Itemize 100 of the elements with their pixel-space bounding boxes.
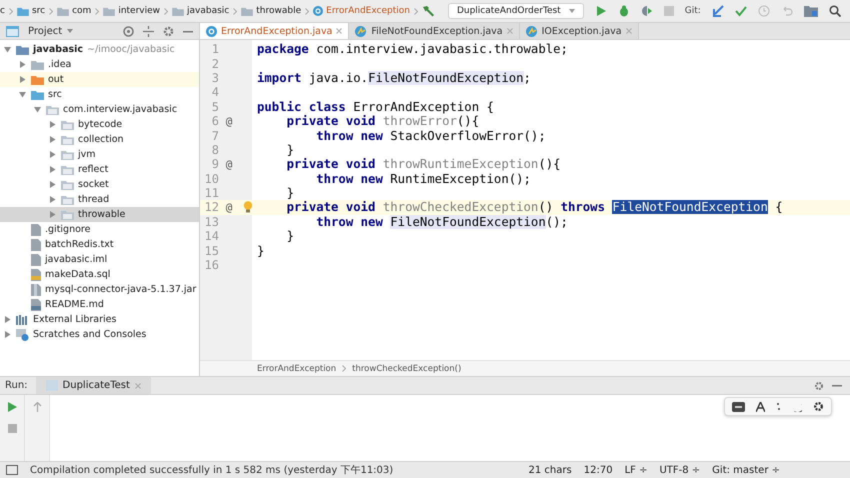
run-tab[interactable]: DuplicateTest bbox=[36, 377, 151, 394]
vcs-branch[interactable]: Git: master ÷ bbox=[712, 464, 780, 476]
collapse-icon[interactable] bbox=[143, 26, 154, 36]
class-icon bbox=[206, 26, 217, 36]
folder-icon bbox=[103, 6, 116, 16]
breadcrumb-item[interactable]: throwable bbox=[256, 6, 302, 16]
folder-icon bbox=[61, 134, 74, 144]
tree-item[interactable]: .idea bbox=[0, 57, 199, 72]
minimize-icon[interactable] bbox=[832, 384, 842, 387]
breadcrumb-item[interactable]: com bbox=[72, 6, 92, 16]
file-icon bbox=[31, 238, 41, 250]
expand-arrow-icon[interactable] bbox=[49, 166, 56, 173]
line-separator[interactable]: LF ÷ bbox=[624, 464, 648, 476]
close-icon[interactable] bbox=[336, 28, 342, 34]
tree-item[interactable]: com.interview.javabasic bbox=[0, 102, 199, 117]
lightbulb-icon[interactable] bbox=[243, 201, 253, 214]
expand-arrow-icon[interactable] bbox=[49, 211, 56, 218]
tree-item[interactable]: External Libraries bbox=[0, 312, 199, 327]
code-line: throw new RuntimeException(); bbox=[316, 172, 531, 186]
folder-icon bbox=[61, 180, 74, 190]
expand-arrow-icon[interactable] bbox=[4, 331, 11, 338]
settings-icon[interactable] bbox=[813, 401, 824, 412]
breadcrumb-item[interactable]: interview bbox=[118, 6, 160, 16]
stop-icon[interactable] bbox=[8, 424, 16, 433]
locate-icon[interactable] bbox=[123, 26, 134, 36]
keyboard-icon[interactable] bbox=[732, 402, 745, 412]
tree-item[interactable]: mysql-connector-java-5.1.37.jar bbox=[0, 282, 199, 297]
code-line: private void throwRuntimeException(){ bbox=[286, 157, 561, 172]
run-configuration-select[interactable]: DuplicateAndOrderTest bbox=[448, 3, 584, 19]
tree-item[interactable]: reflect bbox=[0, 162, 199, 177]
folder-icon bbox=[172, 6, 184, 16]
line-number: 15 bbox=[204, 244, 219, 258]
expand-arrow-icon[interactable] bbox=[4, 46, 11, 53]
line-number: 1 bbox=[210, 42, 219, 56]
search-icon[interactable] bbox=[828, 5, 841, 17]
run-icon[interactable] bbox=[594, 5, 607, 17]
file-icon bbox=[31, 298, 41, 310]
line-number: 13 bbox=[204, 214, 219, 229]
tree-item[interactable]: README.md bbox=[0, 297, 199, 312]
tree-item[interactable]: .gitignore bbox=[0, 222, 199, 237]
expand-arrow-icon[interactable] bbox=[19, 61, 26, 68]
tree-item[interactable]: throwable bbox=[0, 207, 199, 222]
letter-a-icon[interactable] bbox=[756, 402, 765, 412]
breadcrumb-item[interactable]: ErrorAndException bbox=[326, 6, 410, 16]
tree-item[interactable]: makeData.sql bbox=[0, 267, 199, 282]
breadcrumb-item[interactable]: c bbox=[0, 6, 5, 16]
expand-arrow-icon[interactable] bbox=[19, 91, 26, 98]
tree-item[interactable]: out bbox=[0, 72, 199, 87]
file-icon bbox=[31, 284, 41, 296]
code-line: import java.io.FileNotFoundException; bbox=[257, 70, 531, 85]
expand-arrow-icon[interactable] bbox=[49, 151, 56, 158]
tree-item[interactable]: batchRedis.txt bbox=[0, 237, 199, 252]
folder-icon bbox=[61, 194, 74, 204]
file-encoding[interactable]: UTF-8 ÷ bbox=[659, 464, 700, 476]
update-icon[interactable] bbox=[712, 5, 724, 17]
expand-arrow-icon[interactable] bbox=[49, 136, 56, 143]
breadcrumb-item[interactable]: javabasic bbox=[187, 6, 230, 16]
tree-item[interactable]: jvm bbox=[0, 147, 199, 162]
bug-icon[interactable] bbox=[618, 5, 630, 17]
tree-item[interactable]: bytecode bbox=[0, 117, 199, 132]
tree-item[interactable]: javabasic ~/imooc/javabasic bbox=[0, 42, 199, 57]
exception-class-icon bbox=[355, 26, 368, 36]
tree-item[interactable]: socket bbox=[0, 177, 199, 192]
caret-position[interactable]: 12:70 bbox=[584, 464, 613, 476]
folder-icon bbox=[61, 164, 74, 174]
tree-item[interactable]: src bbox=[0, 87, 199, 102]
editor-tab[interactable]: ErrorAndException.java bbox=[200, 23, 350, 39]
expand-arrow-icon[interactable] bbox=[4, 316, 11, 323]
minimize-icon[interactable] bbox=[183, 30, 193, 32]
panel-toggle-icon[interactable] bbox=[6, 465, 18, 475]
tree-item[interactable]: collection bbox=[0, 132, 199, 147]
expand-arrow-icon[interactable] bbox=[19, 76, 26, 83]
chevron-icon bbox=[233, 8, 238, 14]
file-icon bbox=[31, 254, 41, 266]
expand-arrow-icon[interactable] bbox=[49, 121, 56, 128]
editor-tab[interactable]: IOException.java bbox=[520, 23, 639, 39]
commit-icon[interactable] bbox=[734, 5, 747, 17]
tree-item[interactable]: thread bbox=[0, 192, 199, 207]
folder-icon bbox=[46, 104, 59, 114]
expand-arrow-icon[interactable] bbox=[34, 106, 41, 113]
rerun-icon[interactable] bbox=[7, 402, 17, 412]
line-number: 3 bbox=[210, 70, 219, 85]
punctuation-icon[interactable] bbox=[776, 402, 781, 411]
editor-tab[interactable]: FileNotFoundException.java bbox=[349, 23, 520, 39]
project-structure-icon[interactable] bbox=[804, 5, 818, 17]
breadcrumb-item[interactable]: throwCheckedException() bbox=[352, 364, 462, 374]
line-number: 11 bbox=[204, 186, 219, 200]
expand-arrow-icon[interactable] bbox=[49, 181, 56, 188]
breadcrumb-item[interactable]: src bbox=[32, 6, 46, 16]
line-number: 12 bbox=[204, 200, 219, 214]
file-icon bbox=[31, 224, 41, 236]
tree-item[interactable]: javabasic.iml bbox=[0, 252, 199, 267]
exception-class-icon bbox=[526, 26, 538, 36]
up-arrow-icon[interactable] bbox=[32, 402, 42, 412]
line-number: 6 bbox=[210, 114, 219, 128]
breadcrumb-item[interactable]: ErrorAndException bbox=[257, 364, 336, 374]
tree-item[interactable]: Scratches and Consoles bbox=[0, 327, 199, 342]
expand-arrow-icon[interactable] bbox=[49, 196, 56, 203]
coverage-icon[interactable] bbox=[640, 5, 653, 17]
project-view-selector[interactable]: Project bbox=[28, 26, 74, 36]
